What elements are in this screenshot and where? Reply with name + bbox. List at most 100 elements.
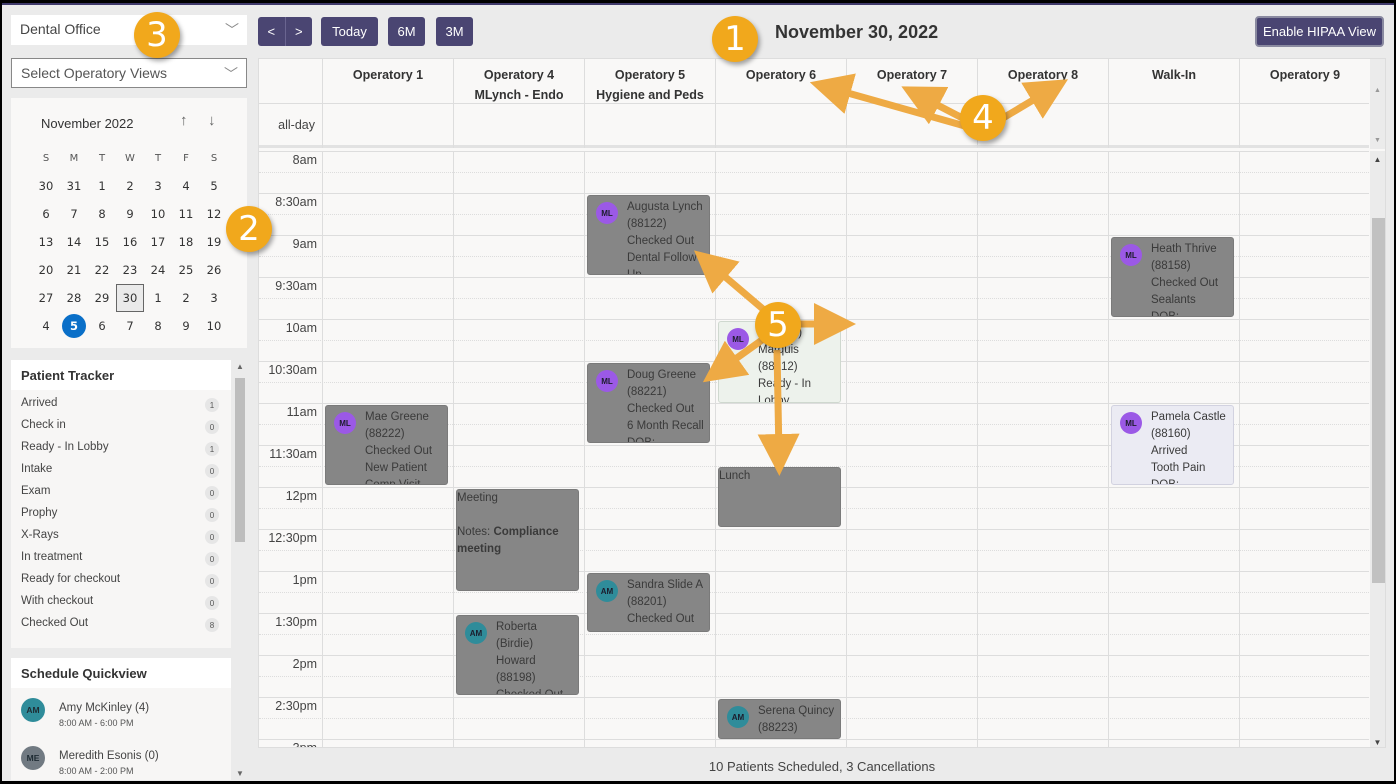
- calendar-day[interactable]: 2: [116, 172, 144, 200]
- calendar-day[interactable]: 29: [88, 284, 116, 312]
- calendar-day-today[interactable]: 5: [60, 312, 88, 340]
- calendar-day[interactable]: 7: [60, 200, 88, 228]
- tracker-item[interactable]: Arrived 1: [11, 394, 231, 416]
- tracker-item[interactable]: X-Rays 0: [11, 526, 231, 548]
- time-slot[interactable]: [259, 151, 1369, 172]
- prev-button[interactable]: <: [258, 17, 286, 46]
- calendar-day[interactable]: 8: [88, 200, 116, 228]
- calendar-day[interactable]: 15: [88, 228, 116, 256]
- operatory-column-header[interactable]: Operatory 8: [977, 59, 1108, 104]
- tracker-item[interactable]: Checked Out 8: [11, 614, 231, 636]
- calendar-day[interactable]: 10: [200, 312, 228, 340]
- time-slot[interactable]: [259, 676, 1369, 697]
- calendar-day[interactable]: 9: [172, 312, 200, 340]
- time-slot[interactable]: [259, 550, 1369, 571]
- appointment-card[interactable]: ML Pamela Castle (88160) Arrived Tooth Pain D…: [1111, 405, 1234, 485]
- calendar-day[interactable]: 27: [32, 284, 60, 312]
- scrollbar-thumb[interactable]: [235, 378, 245, 542]
- time-slot[interactable]: [259, 655, 1369, 676]
- tracker-item[interactable]: Prophy 0: [11, 504, 231, 526]
- tracker-item[interactable]: In treatment 0: [11, 548, 231, 570]
- meeting-block[interactable]: Meeting Notes: Compliance meeting: [456, 489, 579, 591]
- operatory-column-header[interactable]: Operatory 9: [1239, 59, 1370, 104]
- scrollbar-thumb[interactable]: [1372, 218, 1385, 583]
- appointment-card[interactable]: AM Roberta (Birdie) Howard (88198) Checked Ou…: [456, 615, 579, 695]
- calendar-day[interactable]: 3: [144, 172, 172, 200]
- scroll-down-icon[interactable]: ▼: [233, 769, 247, 778]
- appointment-card[interactable]: ML Augusta Lynch (88122) Checked Out Dental …: [587, 195, 710, 275]
- next-button[interactable]: >: [286, 17, 313, 46]
- three-month-button[interactable]: 3M: [436, 17, 473, 46]
- appointment-card[interactable]: ML Doug Greene (88221) Checked Out 6 Month R…: [587, 363, 710, 443]
- time-slot[interactable]: [259, 193, 1369, 214]
- operatory-column-header[interactable]: Walk-In: [1108, 59, 1239, 104]
- header-scrollbar[interactable]: ▲ ▼: [1370, 59, 1385, 149]
- calendar-day[interactable]: 28: [60, 284, 88, 312]
- grid-scrollbar[interactable]: ▲ ▼: [1370, 151, 1385, 747]
- tracker-item[interactable]: Intake 0: [11, 460, 231, 482]
- appointment-card[interactable]: AM Sandra Slide A (88201) Checked Out: [587, 573, 710, 632]
- calendar-day[interactable]: 24: [144, 256, 172, 284]
- time-slot[interactable]: [259, 214, 1369, 235]
- tracker-item[interactable]: Ready - In Lobby 1: [11, 438, 231, 460]
- arrow-down-icon[interactable]: ↓: [208, 112, 216, 129]
- enable-hipaa-view-button[interactable]: Enable HIPAA View: [1255, 16, 1384, 47]
- calendar-day[interactable]: 2: [172, 284, 200, 312]
- scroll-down-icon[interactable]: ▼: [1370, 738, 1385, 747]
- time-slot[interactable]: [259, 739, 1369, 747]
- calendar-day[interactable]: 22: [88, 256, 116, 284]
- operatory-column-header[interactable]: Operatory 1: [322, 59, 453, 104]
- calendar-day[interactable]: 30: [32, 172, 60, 200]
- operatory-column-header[interactable]: Operatory 6: [715, 59, 846, 104]
- operatory-column-header[interactable]: Operatory 5 Hygiene and Peds: [584, 59, 715, 104]
- calendar-day[interactable]: 14: [60, 228, 88, 256]
- appointment-card[interactable]: ML Heath Thrive (88158) Checked Out Sealants…: [1111, 237, 1234, 317]
- time-slot[interactable]: [259, 613, 1369, 634]
- appointment-card[interactable]: ML Mae Greene (88222) Checked Out New Patien…: [325, 405, 448, 485]
- calendar-day[interactable]: 17: [144, 228, 172, 256]
- calendar-day[interactable]: 13: [32, 228, 60, 256]
- calendar-day[interactable]: 5: [200, 172, 228, 200]
- scroll-up-icon[interactable]: ▲: [1370, 87, 1385, 94]
- calendar-day[interactable]: 25: [172, 256, 200, 284]
- time-slot[interactable]: [259, 529, 1369, 550]
- time-slot[interactable]: [259, 172, 1369, 193]
- calendar-day[interactable]: 20: [32, 256, 60, 284]
- six-month-button[interactable]: 6M: [388, 17, 425, 46]
- calendar-day[interactable]: 6: [32, 200, 60, 228]
- calendar-day[interactable]: 4: [172, 172, 200, 200]
- office-select[interactable]: Dental Office ﹀: [11, 15, 247, 45]
- tracker-item[interactable]: Check in 0: [11, 416, 231, 438]
- arrow-up-icon[interactable]: ↑: [180, 112, 188, 129]
- tracker-item[interactable]: With checkout 0: [11, 592, 231, 614]
- scroll-up-icon[interactable]: ▲: [1370, 155, 1385, 164]
- calendar-day[interactable]: 16: [116, 228, 144, 256]
- calendar-day-selected[interactable]: 30: [116, 284, 144, 312]
- appointment-card[interactable]: AM Serena Quincy (88223): [718, 699, 841, 739]
- calendar-day[interactable]: 7: [116, 312, 144, 340]
- calendar-day[interactable]: 12: [200, 200, 228, 228]
- quickview-provider[interactable]: AM Amy McKinley (4) 8:00 AM - 6:00 PM: [11, 692, 231, 740]
- today-button[interactable]: Today: [321, 17, 378, 46]
- operatory-views-select[interactable]: Select Operatory Views ﹀: [11, 58, 247, 88]
- sidebar-scrollbar[interactable]: ▲ ▼: [233, 358, 247, 780]
- calendar-day[interactable]: 8: [144, 312, 172, 340]
- calendar-day[interactable]: 11: [172, 200, 200, 228]
- operatory-column-header[interactable]: Operatory 7: [846, 59, 977, 104]
- calendar-day[interactable]: 23: [116, 256, 144, 284]
- calendar-day[interactable]: 19: [200, 228, 228, 256]
- time-slot[interactable]: [259, 634, 1369, 655]
- scroll-up-icon[interactable]: ▲: [233, 362, 247, 371]
- tracker-item[interactable]: Ready for checkout 0: [11, 570, 231, 592]
- calendar-day[interactable]: 21: [60, 256, 88, 284]
- calendar-day[interactable]: 4: [32, 312, 60, 340]
- tracker-item[interactable]: Exam 0: [11, 482, 231, 504]
- calendar-day[interactable]: 9: [116, 200, 144, 228]
- quickview-provider[interactable]: ME Meredith Esonis (0) 8:00 AM - 2:00 PM: [11, 740, 231, 780]
- time-slot[interactable]: [259, 571, 1369, 592]
- calendar-day[interactable]: 18: [172, 228, 200, 256]
- scroll-down-icon[interactable]: ▼: [1370, 137, 1385, 144]
- time-slot[interactable]: [259, 592, 1369, 613]
- calendar-day[interactable]: 3: [200, 284, 228, 312]
- calendar-day[interactable]: 1: [88, 172, 116, 200]
